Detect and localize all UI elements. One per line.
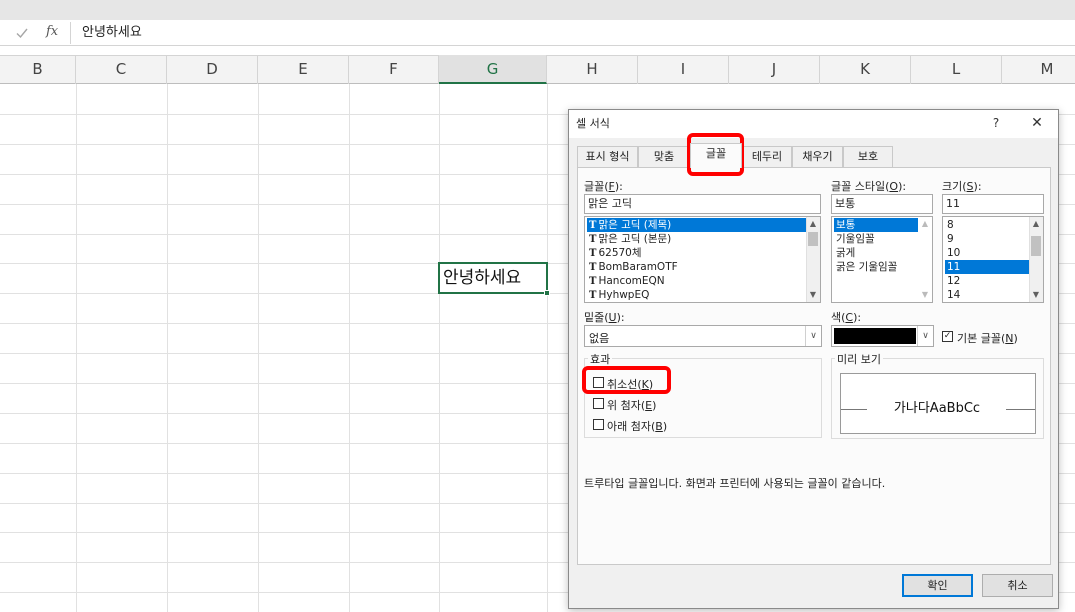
list-item[interactable]: 굵은 기울임꼴 <box>834 260 918 274</box>
preview-baseline-right <box>1006 409 1035 410</box>
font-style-label: 글꼴 스타일(O): <box>831 180 907 193</box>
column-header-b[interactable]: B <box>0 55 76 84</box>
column-header-j[interactable]: J <box>729 55 820 84</box>
list-item[interactable]: 보통 <box>834 218 918 232</box>
list-item[interactable]: 9 <box>945 232 1029 246</box>
column-header-e[interactable]: E <box>258 55 349 84</box>
list-item[interactable]: 굵게 <box>834 246 918 260</box>
column-header-g[interactable]: G <box>439 55 547 84</box>
font-size-input[interactable]: 11 <box>942 194 1044 214</box>
list-item[interactable]: T HancomEQN <box>587 274 809 288</box>
list-item[interactable]: 11 <box>945 260 1029 274</box>
superscript-checkbox[interactable] <box>593 398 604 409</box>
truetype-icon: T <box>589 248 597 259</box>
column-header-k[interactable]: K <box>820 55 911 84</box>
preview-sample: 가나다AaBbCc <box>893 401 981 416</box>
font-label: 글꼴(F): <box>584 180 623 193</box>
truetype-icon: T <box>589 290 597 301</box>
list-item[interactable]: T 62570체 <box>587 246 809 260</box>
check-icon[interactable] <box>14 25 30 41</box>
column-header-i[interactable]: I <box>638 55 729 84</box>
scroll-down-icon[interactable]: ▼ <box>918 289 932 301</box>
font-size-label: 크기(S): <box>942 180 982 193</box>
list-item[interactable]: T HyhwpEQ <box>587 288 809 302</box>
list-item[interactable]: 10 <box>945 246 1029 260</box>
truetype-icon: T <box>589 262 597 273</box>
cancel-button[interactable]: 취소 <box>982 574 1053 597</box>
preview-label: 미리 보기 <box>835 351 883 367</box>
tab-number-format[interactable]: 표시 형식 <box>577 146 638 167</box>
column-header-d[interactable]: D <box>167 55 258 84</box>
list-item[interactable]: 12 <box>945 274 1029 288</box>
list-item[interactable]: 8 <box>945 218 1029 232</box>
list-item[interactable]: T BomBaramOTF <box>587 260 809 274</box>
help-button[interactable]: ? <box>986 112 1006 134</box>
chevron-down-icon[interactable]: ∨ <box>917 326 933 346</box>
tab-protection[interactable]: 보호 <box>843 146 893 167</box>
truetype-icon: T <box>589 276 597 287</box>
ribbon-strip <box>0 0 1075 20</box>
insert-function-button[interactable]: fx <box>46 24 58 39</box>
ok-button[interactable]: 확인 <box>902 574 973 597</box>
font-style-input[interactable]: 보통 <box>831 194 933 214</box>
superscript-label: 위 첨자(E) <box>607 399 657 412</box>
list-item[interactable]: T 맑은 고딕 (제목) <box>587 218 809 232</box>
color-label: 색(C): <box>831 311 862 324</box>
truetype-icon: T <box>589 234 597 245</box>
scroll-up-icon[interactable]: ▲ <box>918 218 932 230</box>
truetype-icon: T <box>589 220 597 231</box>
font-input[interactable]: 맑은 고딕 <box>584 194 821 214</box>
scroll-up-icon[interactable]: ▲ <box>1029 218 1043 230</box>
font-list[interactable]: T 맑은 고딕 (제목) T 맑은 고딕 (본문) T 62570체 T BomBara… <box>584 216 821 303</box>
scroll-up-icon[interactable]: ▲ <box>806 218 820 230</box>
dialog-title: 셀 서식 <box>576 117 610 130</box>
active-cell-g[interactable]: 안녕하세요 <box>438 262 548 294</box>
column-header-c[interactable]: C <box>76 55 167 84</box>
scroll-thumb[interactable] <box>1031 236 1041 256</box>
color-swatch <box>834 328 916 344</box>
column-header-h[interactable]: H <box>547 55 638 84</box>
scroll-down-icon[interactable]: ▼ <box>806 289 820 301</box>
tab-alignment[interactable]: 맞춤 <box>638 146 690 167</box>
column-header-f[interactable]: F <box>349 55 439 84</box>
scroll-down-icon[interactable]: ▼ <box>1029 289 1043 301</box>
annotation-highlight-strikethrough <box>582 366 671 394</box>
list-item[interactable]: T 맑은 고딕 (본문) <box>587 232 809 246</box>
tab-font[interactable]: 글꼴 <box>690 143 742 168</box>
font-info-text: 트루타입 글꼴입니다. 화면과 프린터에 사용되는 글꼴이 같습니다. <box>584 477 886 490</box>
tab-fill[interactable]: 채우기 <box>792 146 843 167</box>
underline-label: 밑줄(U): <box>584 311 625 324</box>
dialog-titlebar <box>569 110 1058 138</box>
scroll-thumb[interactable] <box>808 232 818 246</box>
effects-label: 효과 <box>588 351 613 367</box>
formula-input[interactable]: 안녕하세요 <box>72 22 1072 44</box>
chevron-down-icon[interactable]: ∨ <box>805 326 821 346</box>
underline-value: 없음 <box>589 332 610 345</box>
subscript-label: 아래 첨자(B) <box>607 420 668 433</box>
list-item[interactable]: 기울임꼴 <box>834 232 918 246</box>
list-item[interactable]: 14 <box>945 288 1029 302</box>
column-header-m[interactable]: M <box>1002 55 1075 84</box>
close-icon[interactable]: ✕ <box>1024 112 1050 134</box>
default-font-checkbox[interactable]: ✓ <box>942 331 953 342</box>
tab-border[interactable]: 테두리 <box>742 146 792 167</box>
underline-dropdown[interactable] <box>584 325 822 347</box>
formula-bar-divider <box>70 22 71 44</box>
subscript-checkbox[interactable] <box>593 419 604 430</box>
column-header-l[interactable]: L <box>911 55 1002 84</box>
default-font-label: 기본 글꼴(N) <box>957 332 1018 345</box>
preview-baseline-left <box>841 409 867 410</box>
fill-handle[interactable] <box>544 290 550 296</box>
